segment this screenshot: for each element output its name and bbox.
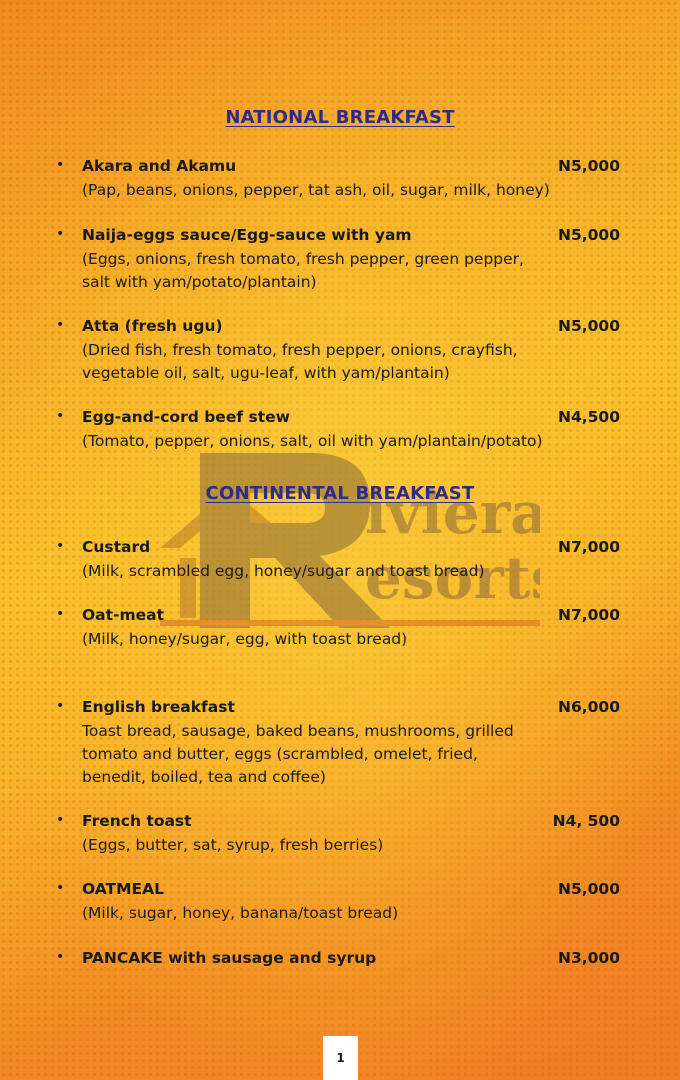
item-name: OATMEAL bbox=[82, 880, 165, 898]
item-description: (Eggs, onions, fresh tomato, fresh peppe… bbox=[82, 250, 524, 291]
item-name: Egg-and-cord beef stew bbox=[82, 408, 290, 426]
item-description: (Pap, beans, onions, pepper, tat ash, oi… bbox=[82, 181, 550, 199]
bullet: • bbox=[56, 538, 65, 554]
bullet: • bbox=[56, 408, 65, 424]
menu-page: NATIONAL BREAKFAST • Akara and Akamu N5,… bbox=[0, 0, 680, 1080]
item-price: N7,000 bbox=[558, 538, 620, 556]
bullet: • bbox=[56, 606, 65, 622]
item-price: N5,000 bbox=[558, 226, 620, 244]
item-description: Toast bread, sausage, baked beans, mushr… bbox=[82, 722, 514, 786]
page-number: 1 bbox=[323, 1036, 358, 1080]
item-description: (Milk, sugar, honey, banana/toast bread) bbox=[82, 904, 399, 922]
bullet: • bbox=[56, 812, 65, 828]
section-title-national: NATIONAL BREAKFAST bbox=[225, 107, 455, 128]
item-description: (Tomato, pepper, onions, salt, oil with … bbox=[82, 432, 543, 450]
item-price: N5,000 bbox=[558, 880, 620, 898]
item-price: N4, 500 bbox=[552, 812, 620, 830]
item-name: PANCAKE with sausage and syrup bbox=[82, 949, 377, 967]
item-name: Custard bbox=[82, 538, 151, 556]
item-price: N7,000 bbox=[558, 606, 620, 624]
item-name: Akara and Akamu bbox=[82, 157, 237, 175]
section-title-continental: CONTINENTAL BREAKFAST bbox=[205, 483, 475, 504]
bullet: • bbox=[56, 317, 65, 333]
item-description: (Eggs, butter, sat, syrup, fresh berries… bbox=[82, 836, 384, 854]
item-description: (Milk, honey/sugar, egg, with toast brea… bbox=[82, 630, 408, 648]
item-price: N5,000 bbox=[558, 157, 620, 175]
bullet: • bbox=[56, 157, 65, 173]
bullet: • bbox=[56, 949, 65, 965]
item-price: N5,000 bbox=[558, 317, 620, 335]
item-name: English breakfast bbox=[82, 698, 235, 716]
item-price: N4,500 bbox=[558, 408, 620, 426]
bullet: • bbox=[56, 226, 65, 242]
item-description: (Dried fish, fresh tomato, fresh pepper,… bbox=[82, 341, 518, 382]
item-name: Oat-meat bbox=[82, 606, 165, 624]
item-name: French toast bbox=[82, 812, 192, 830]
item-price: N6,000 bbox=[558, 698, 620, 716]
bullet: • bbox=[56, 698, 65, 714]
item-description: (Milk, scrambled egg, honey/sugar and to… bbox=[82, 562, 485, 580]
bullet: • bbox=[56, 880, 65, 896]
item-price: N3,000 bbox=[558, 949, 620, 967]
item-name: Atta (fresh ugu) bbox=[82, 317, 223, 335]
item-name: Naija-eggs sauce/Egg-sauce with yam bbox=[82, 226, 412, 244]
